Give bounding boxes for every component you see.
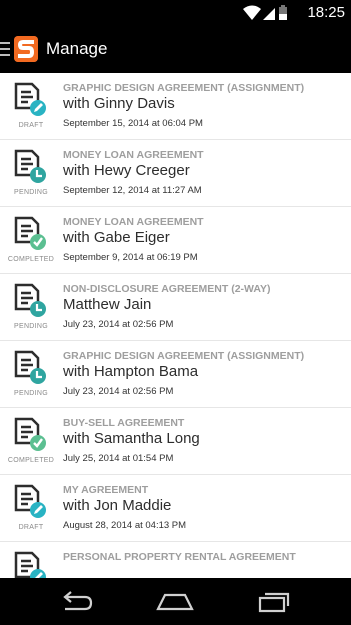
agreement-type: GRAPHIC DESIGN AGREEMENT (ASSIGNMENT) — [63, 350, 305, 362]
agreement-type: NON-DISCLOSURE AGREEMENT (2-WAY) — [63, 283, 271, 295]
wifi-icon — [243, 5, 261, 20]
agreement-party: with Hewy Creeger — [63, 162, 190, 179]
agreement-date: September 12, 2014 at 11:27 AM — [63, 185, 202, 196]
document-icon — [14, 283, 46, 317]
clock: 18:25 — [307, 4, 345, 21]
signal-icon — [263, 8, 275, 20]
status-badge: PENDING — [14, 323, 48, 330]
list-item[interactable]: PENDING MONEY LOAN AGREEMENT with Hewy C… — [0, 140, 351, 207]
agreement-type: MONEY LOAN AGREEMENT — [63, 216, 204, 228]
agreement-date: July 23, 2014 at 02:56 PM — [63, 386, 174, 397]
list-item[interactable]: PENDING NON-DISCLOSURE AGREEMENT (2-WAY)… — [0, 274, 351, 341]
list-item[interactable]: PERSONAL PROPERTY RENTAL AGREEMENT — [0, 542, 351, 578]
document-icon — [14, 350, 46, 384]
agreement-date: September 9, 2014 at 06:19 PM — [63, 252, 198, 263]
agreement-list: DRAFT GRAPHIC DESIGN AGREEMENT (ASSIGNME… — [0, 73, 351, 578]
status-bar: 18:25 — [0, 0, 351, 25]
navigation-bar — [0, 578, 351, 625]
agreement-type: PERSONAL PROPERTY RENTAL AGREEMENT — [63, 551, 296, 563]
agreement-party: with Gabe Eiger — [63, 229, 170, 246]
page-title: Manage — [46, 39, 108, 58]
hamburger-icon[interactable] — [0, 42, 10, 56]
status-badge: DRAFT — [18, 122, 44, 129]
agreement-party: with Samantha Long — [63, 430, 200, 447]
agreement-type: GRAPHIC DESIGN AGREEMENT (ASSIGNMENT) — [63, 82, 305, 94]
status-icons — [243, 5, 287, 20]
back-icon[interactable] — [57, 589, 97, 615]
home-icon[interactable] — [155, 589, 195, 615]
agreement-type: BUY-SELL AGREEMENT — [63, 417, 185, 429]
status-badge: PENDING — [14, 390, 48, 397]
agreement-party: with Hampton Bama — [63, 363, 199, 380]
app-bar: Manage — [0, 25, 351, 73]
status-badge: COMPLETED — [7, 256, 55, 263]
agreement-date: September 15, 2014 at 06:04 PM — [63, 118, 203, 129]
agreement-date: July 25, 2014 at 01:54 PM — [63, 453, 174, 464]
status-badge: PENDING — [14, 189, 48, 196]
agreement-type: MONEY LOAN AGREEMENT — [63, 149, 204, 161]
list-item[interactable]: DRAFT GRAPHIC DESIGN AGREEMENT (ASSIGNME… — [0, 73, 351, 140]
agreement-party: Matthew Jain — [63, 296, 152, 313]
document-icon — [14, 149, 46, 183]
list-item[interactable]: COMPLETED BUY-SELL AGREEMENT with Samant… — [0, 408, 351, 475]
document-icon — [14, 82, 46, 116]
document-icon — [14, 484, 46, 518]
list-item[interactable]: DRAFT MY AGREEMENT with Jon Maddie Augus… — [0, 475, 351, 542]
battery-icon — [279, 5, 287, 20]
list-item[interactable]: COMPLETED MONEY LOAN AGREEMENT with Gabe… — [0, 207, 351, 274]
list-item[interactable]: PENDING GRAPHIC DESIGN AGREEMENT (ASSIGN… — [0, 341, 351, 408]
agreement-date: July 23, 2014 at 02:56 PM — [63, 319, 174, 330]
document-icon — [14, 551, 46, 578]
recent-apps-icon[interactable] — [254, 589, 294, 615]
agreement-party: with Jon Maddie — [63, 497, 172, 514]
s-logo-icon[interactable] — [14, 36, 38, 62]
status-badge: COMPLETED — [7, 457, 55, 464]
document-icon — [14, 216, 46, 250]
agreement-type: MY AGREEMENT — [63, 484, 149, 496]
agreement-date: August 28, 2014 at 04:13 PM — [63, 520, 187, 531]
status-badge: DRAFT — [18, 524, 44, 531]
document-icon — [14, 417, 46, 451]
agreement-party: with Ginny Davis — [63, 95, 175, 112]
